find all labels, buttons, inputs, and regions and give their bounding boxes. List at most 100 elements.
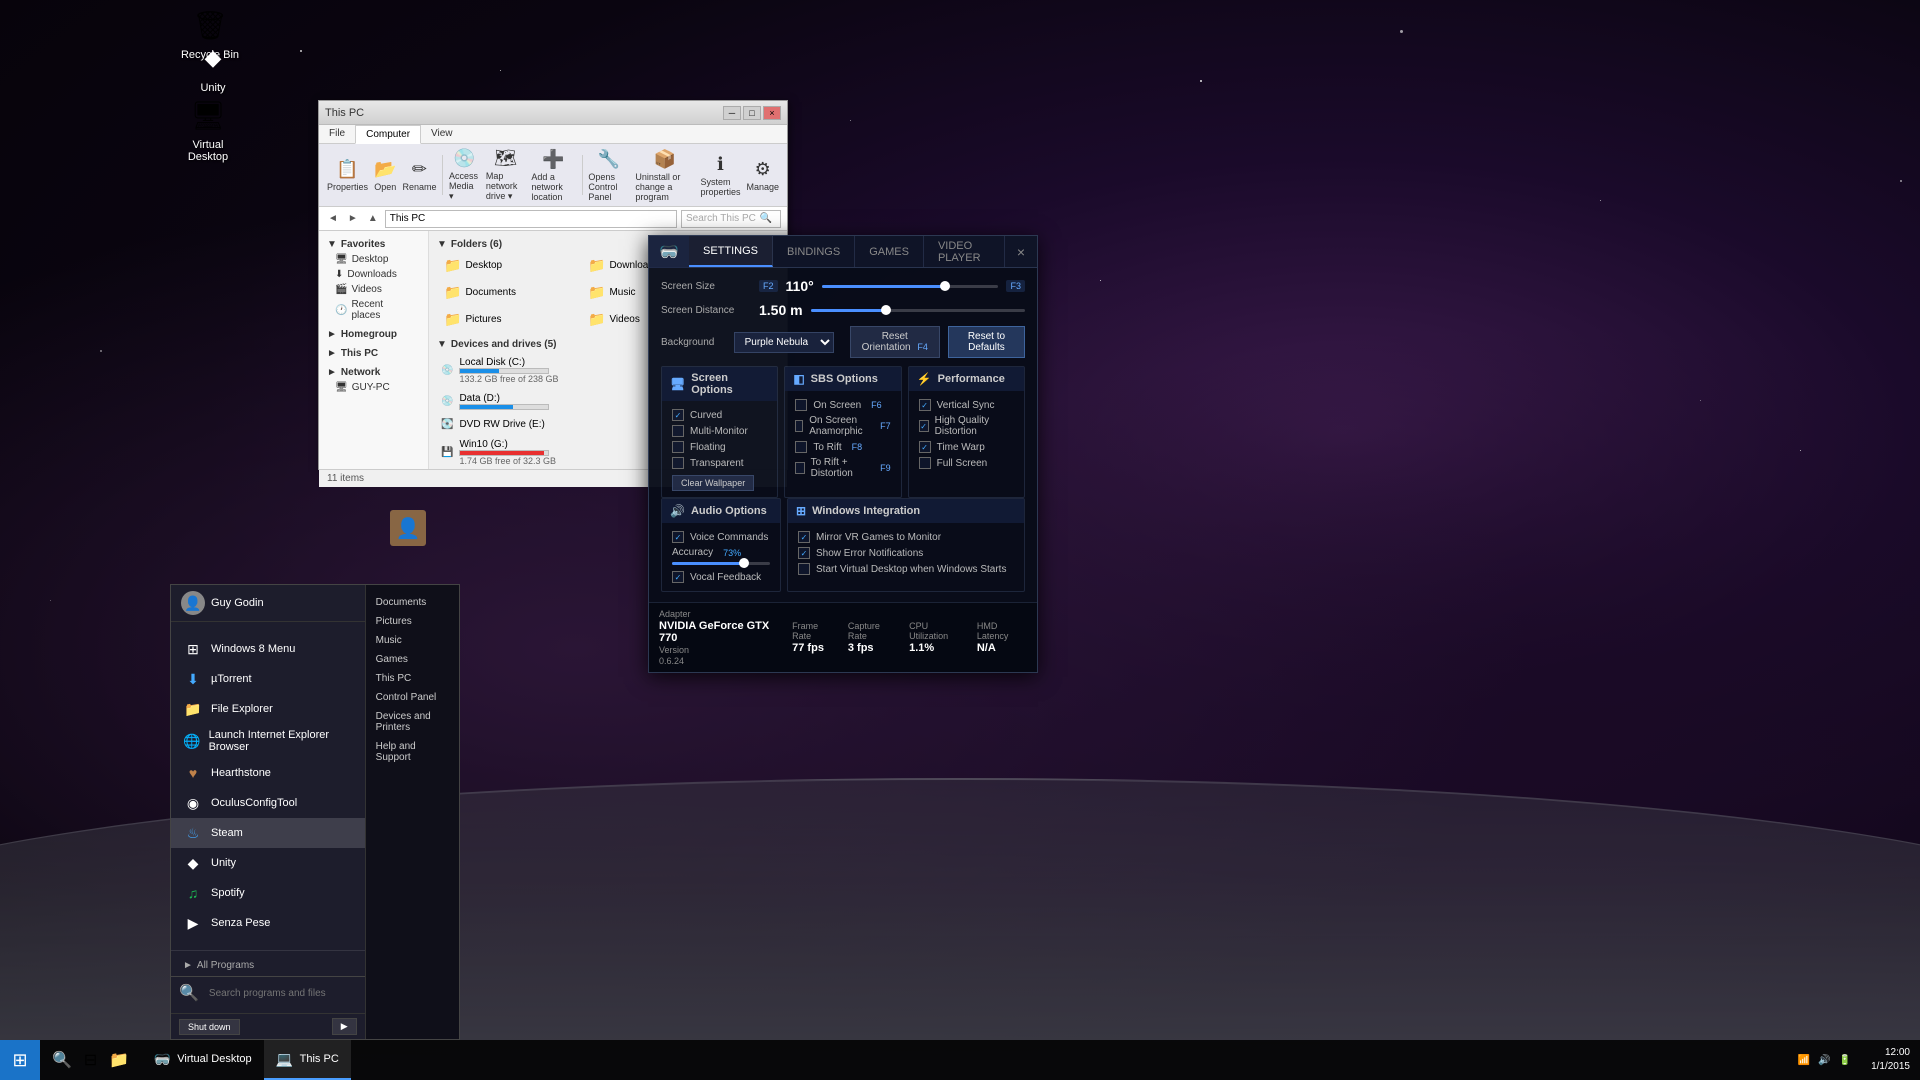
full-screen-checkbox[interactable] [919,457,931,469]
on-screen-ana-checkbox[interactable] [795,420,803,432]
back-button[interactable]: ◄ [325,213,341,224]
multi-monitor-checkbox[interactable] [672,425,684,437]
open-btn[interactable]: 📂 Open [374,159,396,192]
forward-button[interactable]: ► [345,213,361,224]
control-panel-btn[interactable]: 🔧 Opens Control Panel [588,149,629,202]
address-bar[interactable]: This PC [385,210,677,228]
vsync-checkbox[interactable] [919,399,931,411]
taskbar-search-icon[interactable]: 🔍 [48,1048,76,1072]
on-screen-checkbox[interactable] [795,399,807,411]
start-item-spotify[interactable]: ♫ Spotify [171,878,365,908]
right-music[interactable]: Music [366,631,459,650]
screen-size-key-right[interactable]: F3 [1006,280,1025,292]
screen-size-slider[interactable] [822,285,999,288]
vocal-feedback-checkbox[interactable] [672,571,684,583]
tab-games[interactable]: GAMES [855,236,924,267]
uninstall-btn[interactable]: 📦 Uninstall or change a program [635,149,694,202]
sidebar-videos[interactable]: 🎬Videos [319,282,428,297]
screen-size-fill [822,285,946,288]
taskbar-virtual-desktop[interactable]: 🥽 Virtual Desktop [141,1040,263,1080]
right-control-panel[interactable]: Control Panel [366,688,459,707]
manage-btn[interactable]: ⚙ Manage [746,159,779,192]
sidebar-downloads[interactable]: ⬇Downloads [319,267,428,282]
start-item-ie[interactable]: 🌐 Launch Internet Explorer Browser [171,724,365,758]
shutdown-button[interactable]: Shut down [179,1019,240,1035]
start-item-hearthstone[interactable]: ♥ Hearthstone [171,758,365,788]
tab-video-player[interactable]: VIDEO PLAYER [924,236,1005,267]
taskbar-this-pc[interactable]: 💻 This PC [264,1040,351,1080]
accuracy-thumb[interactable] [739,558,749,568]
start-item-oculus[interactable]: ◉ OculusConfigTool [171,788,365,818]
tab-view[interactable]: View [421,125,463,143]
add-network-btn[interactable]: ➕ Add a network location [531,149,576,202]
favorites-header[interactable]: ▼ Favorites [319,237,428,252]
desktop-icon-unity[interactable]: ◆ Unity [178,38,248,94]
reset-defaults-button[interactable]: Reset to Defaults [948,326,1025,358]
right-help[interactable]: Help and Support [366,737,459,767]
taskbar-file-manager-icon[interactable]: 📁 [105,1048,133,1072]
start-with-windows-checkbox[interactable] [798,563,810,575]
mirror-vr-checkbox[interactable] [798,531,810,543]
tab-bindings[interactable]: BINDINGS [773,236,855,267]
screen-distance-slider[interactable] [811,309,1025,312]
right-devices[interactable]: Devices and Printers [366,707,459,737]
homegroup-header[interactable]: ► Homegroup [319,327,428,342]
tab-computer[interactable]: Computer [355,125,421,144]
map-drive-btn[interactable]: 🗺 Map network drive ▾ [486,148,525,202]
start-search-input[interactable] [203,983,357,1003]
drive-g-free: 1.74 GB free of 32.3 GB [459,456,556,466]
hq-distortion-checkbox[interactable] [919,420,929,432]
close-button[interactable]: × [1005,236,1037,268]
folder-pictures[interactable]: 📁Pictures [437,308,577,331]
all-programs-item[interactable]: ► All Programs [171,955,365,976]
shutdown-arrow-button[interactable]: ▶ [332,1018,357,1035]
this-pc-header[interactable]: ► This PC [319,346,428,361]
desktop-icon-virtual-desktop[interactable]: 🖥 Virtual Desktop [173,95,243,163]
start-button[interactable]: ⊞ [0,1040,40,1080]
start-item-windows8[interactable]: ⊞ Windows 8 Menu [171,634,365,664]
right-this-pc[interactable]: This PC [366,669,459,688]
background-select[interactable]: Purple Nebula [734,332,834,353]
folder-documents[interactable]: 📁Documents [437,281,577,304]
sidebar-recent[interactable]: 🕐Recent places [319,297,428,323]
tab-file[interactable]: File [319,125,355,143]
start-item-unity[interactable]: ◆ Unity [171,848,365,878]
rename-btn[interactable]: ✏ Rename [402,159,436,192]
time-warp-checkbox[interactable] [919,441,931,453]
accuracy-slider[interactable] [672,562,770,565]
check-show-errors: Show Error Notifications [798,545,1014,561]
sidebar-guy-pc[interactable]: 🖥GUY-PC [319,380,428,395]
start-item-file-explorer[interactable]: 📁 File Explorer [171,694,365,724]
system-prop-btn[interactable]: ℹ System properties [700,154,740,197]
taskbar-task-view-icon[interactable]: ⊟ [80,1048,101,1072]
start-item-steam[interactable]: ♨ Steam [171,818,365,848]
start-item-senza[interactable]: ▶ Senza Pese [171,908,365,938]
screen-size-key-left[interactable]: F2 [759,280,778,292]
maximize-button[interactable]: □ [743,106,761,120]
start-item-utorrent[interactable]: ⬇ µTorrent [171,664,365,694]
minimize-button[interactable]: ─ [723,106,741,120]
to-rift-dist-checkbox[interactable] [795,462,804,474]
folder-desktop[interactable]: 📁Desktop [437,254,577,277]
search-box[interactable]: Search This PC 🔍 [681,210,781,228]
network-header[interactable]: ► Network [319,365,428,380]
transparent-checkbox[interactable] [672,457,684,469]
properties-btn[interactable]: 📋 Properties [327,159,368,192]
reset-orientation-button[interactable]: Reset Orientation F4 [850,326,940,358]
show-errors-checkbox[interactable] [798,547,810,559]
close-button[interactable]: × [763,106,781,120]
sidebar-desktop[interactable]: 🖥Desktop [319,252,428,267]
screen-size-thumb[interactable] [940,281,950,291]
tab-settings[interactable]: SETTINGS [689,236,773,267]
right-pictures[interactable]: Pictures [366,612,459,631]
to-rift-checkbox[interactable] [795,441,807,453]
access-media-btn[interactable]: 💿 Access Media ▾ [449,148,480,202]
voice-commands-checkbox[interactable] [672,531,684,543]
screen-distance-thumb[interactable] [881,305,891,315]
right-documents[interactable]: Documents [366,593,459,612]
clear-wallpaper-button[interactable]: Clear Wallpaper [672,475,754,491]
up-button[interactable]: ▲ [365,213,381,224]
right-games[interactable]: Games [366,650,459,669]
curved-checkbox[interactable] [672,409,684,421]
floating-checkbox[interactable] [672,441,684,453]
